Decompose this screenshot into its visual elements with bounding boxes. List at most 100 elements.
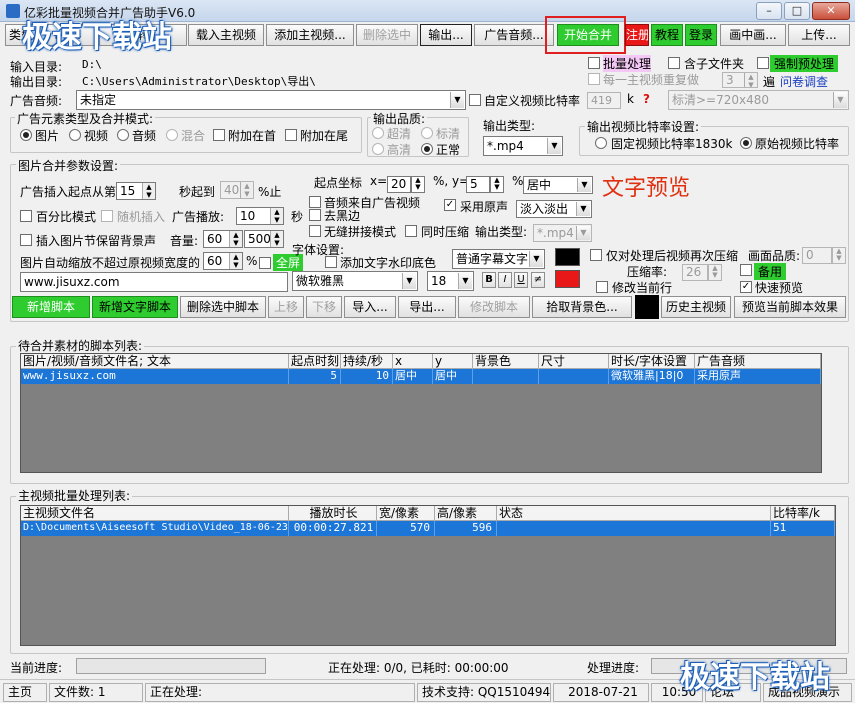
export-button[interactable]: 导出...	[398, 296, 456, 318]
batch-checkbox[interactable]	[588, 57, 600, 69]
pip-button[interactable]: 画中画...	[720, 24, 786, 46]
quality-high-radio[interactable]	[372, 143, 384, 155]
x-field[interactable]: 20	[387, 176, 411, 193]
ad-type-audio-radio[interactable]	[117, 129, 129, 141]
font-size-select[interactable]: 18 ▼	[427, 271, 474, 291]
percent-mode-checkbox[interactable]	[20, 210, 32, 222]
subfolders-checkbox[interactable]	[668, 57, 680, 69]
sync-compress-checkbox[interactable]	[405, 225, 417, 237]
main-row-filename[interactable]: D:\Documents\Aiseesoft Studio\Video_18-0…	[21, 521, 289, 536]
table-row-filename[interactable]: www.jisuxz.com	[21, 369, 289, 384]
remove-black-checkbox[interactable]	[309, 209, 321, 221]
new-script-button[interactable]: 新增脚本	[12, 296, 90, 318]
minimize-button[interactable]: –	[756, 2, 782, 20]
col-start[interactable]: 起点时刻	[289, 354, 341, 369]
output-button[interactable]: 输出...	[420, 24, 472, 46]
register-button[interactable]: 注册	[625, 24, 649, 46]
col-ad-audio[interactable]: 广告音频	[695, 354, 821, 369]
main-row-height[interactable]: 596	[435, 521, 497, 536]
add-main-video-button[interactable]: 添加主视频...	[266, 24, 354, 46]
ad-type-image-radio[interactable]	[20, 129, 32, 141]
text-input[interactable]: www.jisuxz.com	[20, 272, 288, 292]
col-duration[interactable]: 持续/秒	[341, 354, 393, 369]
quality-normal-radio[interactable]	[421, 143, 433, 155]
ad-audio-button[interactable]: 广告音频...	[474, 24, 554, 46]
bold-button[interactable]: B	[482, 272, 496, 288]
main-row-bitrate[interactable]: 51	[771, 521, 835, 536]
preview-effect-button[interactable]: 预览当前脚本效果	[734, 296, 846, 318]
edit-script-button[interactable]: 修改脚本	[458, 296, 530, 318]
seamless-checkbox[interactable]	[309, 225, 321, 237]
frame-quality-spinner[interactable]: ▲ ▼	[832, 247, 846, 264]
ad-audio-select[interactable]: 未指定 ▼	[76, 90, 466, 110]
ad-type-mix-radio[interactable]	[166, 129, 178, 141]
import-button[interactable]: 导入...	[344, 296, 396, 318]
y-spinner[interactable]: ▲ ▼	[490, 176, 504, 193]
col-y[interactable]: y	[433, 354, 473, 369]
script-list[interactable]: 图片/视频/音频文件名; 文本 起点时刻 持续/秒 x y 背景色 尺寸 时长/…	[20, 353, 822, 473]
delete-script-button[interactable]: 删除选中脚本	[180, 296, 266, 318]
scale-field[interactable]: 60 ▲ ▼	[203, 252, 243, 270]
survey-link[interactable]: 问卷调查	[780, 73, 828, 90]
bg-color-swatch[interactable]	[555, 270, 580, 288]
quality-super-radio[interactable]	[372, 127, 384, 139]
col-filename[interactable]: 图片/视频/音频文件名; 文本	[21, 354, 289, 369]
x-spinner[interactable]: ▲ ▼	[411, 176, 425, 193]
volume2-field[interactable]: 500 ▲ ▼	[244, 230, 284, 248]
col-bitrate[interactable]: 比特率/k	[771, 506, 835, 521]
col-play-duration[interactable]: 播放时长	[289, 506, 377, 521]
spare-checkbox[interactable]	[740, 264, 752, 276]
end-value-field[interactable]: 40 ▲ ▼	[220, 181, 254, 199]
load-main-video-button[interactable]: 载入主视频	[188, 24, 264, 46]
ad-type-video-radio[interactable]	[69, 129, 81, 141]
col-width[interactable]: 宽/像素	[377, 506, 435, 521]
align-select[interactable]: 居中 ▼	[523, 176, 593, 194]
move-down-button[interactable]: 下移	[306, 296, 342, 318]
table-row-bgcolor[interactable]	[473, 369, 539, 384]
y-field[interactable]: 5	[466, 176, 490, 193]
use-original-checkbox[interactable]: ✓	[444, 199, 456, 211]
original-bitrate-radio[interactable]	[740, 137, 752, 149]
start-seconds-field[interactable]: 15 ▲ ▼	[116, 182, 156, 200]
modify-row-checkbox[interactable]	[596, 281, 608, 293]
main-row-duration[interactable]: 00:00:27.821	[289, 521, 377, 536]
quality-standard-radio[interactable]	[421, 127, 433, 139]
compress-rate-spinner[interactable]: ▲ ▼	[708, 264, 722, 281]
upload-button[interactable]: 上传...	[788, 24, 850, 46]
play-seconds-field[interactable]: 10 ▲ ▼	[236, 207, 284, 225]
col-font[interactable]: 时长/字体设置	[609, 354, 695, 369]
fullscreen-checkbox[interactable]	[259, 257, 271, 269]
help-icon[interactable]: ?	[643, 92, 650, 106]
main-video-list[interactable]: 主视频文件名 播放时长 宽/像素 高/像素 状态 比特率/k D:\Docume…	[20, 505, 836, 646]
fixed-bitrate-radio[interactable]	[595, 137, 607, 149]
fade-select[interactable]: 淡入淡出 ▼	[516, 200, 592, 218]
underline-button[interactable]: U	[514, 272, 528, 288]
watermark-bg-checkbox[interactable]	[325, 256, 337, 268]
col-status[interactable]: 状态	[497, 506, 771, 521]
main-row-width[interactable]: 570	[377, 521, 435, 536]
italic-button[interactable]: I	[498, 272, 512, 288]
font-color-swatch[interactable]	[555, 248, 580, 266]
repeat-count-field[interactable]: 3 ▲ ▼	[722, 72, 758, 88]
pick-bg-button[interactable]: 拾取背景色...	[532, 296, 632, 318]
tutorial-button[interactable]: 教程	[651, 24, 683, 46]
compress-rate-field[interactable]: 26	[682, 264, 708, 281]
random-insert-checkbox[interactable]	[101, 210, 113, 222]
attach-tail-checkbox[interactable]	[285, 129, 297, 141]
new-text-script-button[interactable]: 新增文字脚本	[92, 296, 178, 318]
compress-again-checkbox[interactable]	[590, 249, 602, 261]
keep-bg-audio-checkbox[interactable]	[20, 234, 32, 246]
table-row-x[interactable]: 居中	[393, 369, 433, 384]
table-row-ad-audio[interactable]: 采用原声	[695, 369, 821, 384]
table-row-size[interactable]	[539, 369, 609, 384]
login-button[interactable]: 登录	[685, 24, 717, 46]
frame-quality-field[interactable]: 0	[802, 247, 832, 264]
delete-selected-button[interactable]: 删除选中	[356, 24, 418, 46]
col-main-filename[interactable]: 主视频文件名	[21, 506, 289, 521]
quick-preview-checkbox[interactable]: ✓	[740, 281, 752, 293]
repeat-checkbox[interactable]	[588, 73, 600, 85]
font-name-select[interactable]: 微软雅黑 ▼	[292, 271, 418, 291]
home-link[interactable]: 主页	[3, 683, 47, 702]
quality-select[interactable]: 标清>=720x480 ▼	[668, 90, 849, 110]
table-row-y[interactable]: 居中	[433, 369, 473, 384]
